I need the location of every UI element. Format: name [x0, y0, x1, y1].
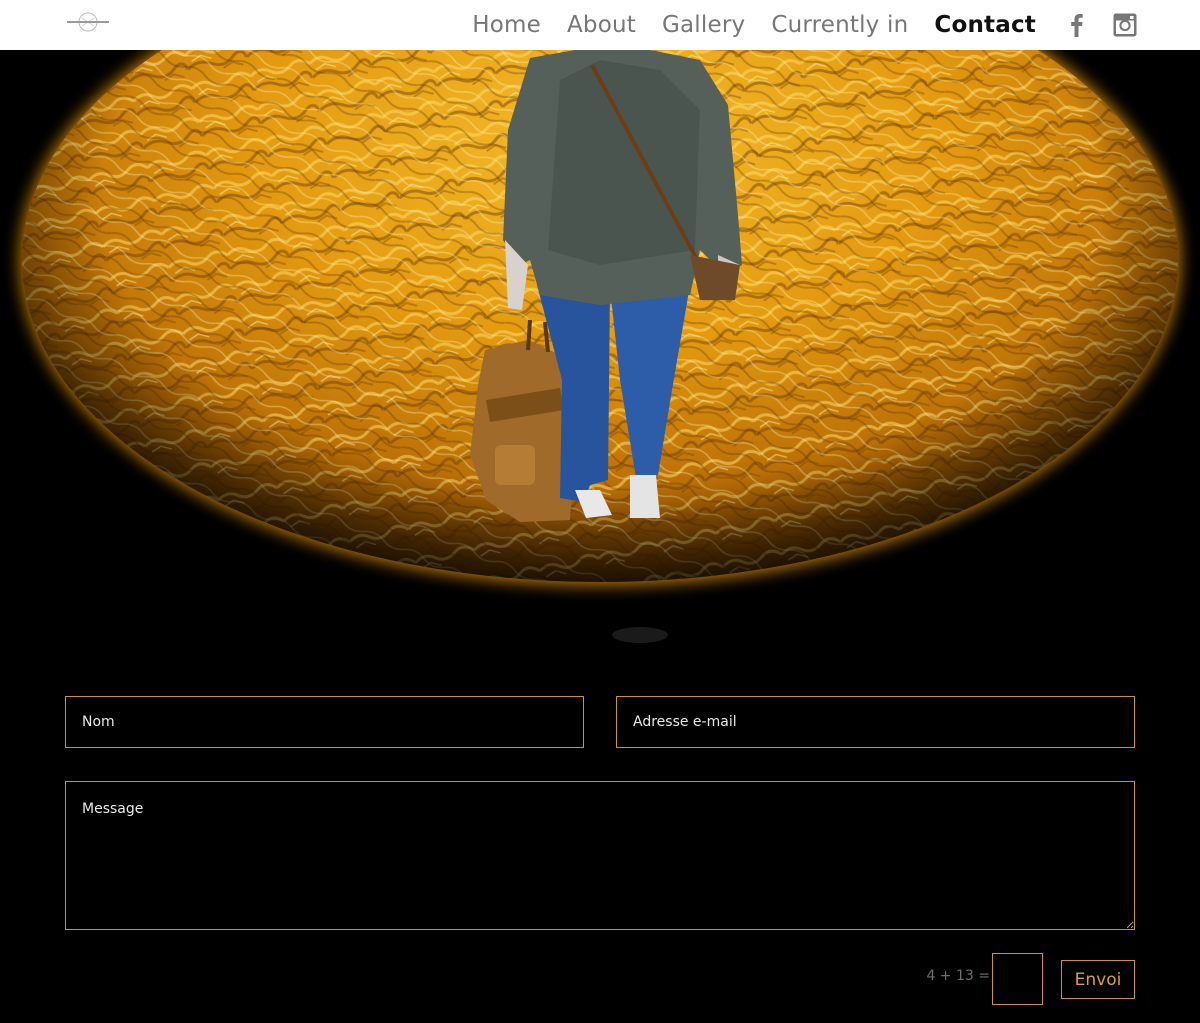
social-links — [1064, 12, 1138, 38]
hero-illustration — [0, 50, 1200, 650]
logo-mark-icon — [67, 12, 109, 32]
message-textarea[interactable] — [65, 781, 1135, 930]
captcha-question: 4 + 13 = — [926, 968, 990, 984]
page: Home About Gallery Currently in Contact — [0, 0, 1200, 1023]
nav-about[interactable]: About — [567, 0, 636, 50]
email-input[interactable] — [616, 696, 1135, 748]
facebook-icon[interactable] — [1064, 12, 1090, 38]
site-logo[interactable] — [66, 8, 110, 38]
captcha-input[interactable] — [992, 953, 1043, 1005]
nav-currently-in[interactable]: Currently in — [771, 0, 908, 50]
main-nav: Home About Gallery Currently in Contact — [446, 0, 1138, 50]
nav-contact[interactable]: Contact — [934, 0, 1036, 50]
submit-button[interactable]: Envoi — [1061, 960, 1135, 999]
site-header: Home About Gallery Currently in Contact — [0, 0, 1200, 50]
nav-gallery[interactable]: Gallery — [662, 0, 745, 50]
instagram-icon[interactable] — [1112, 12, 1138, 38]
hero-image — [0, 50, 1200, 650]
nav-home[interactable]: Home — [472, 0, 541, 50]
name-input[interactable] — [65, 696, 584, 748]
